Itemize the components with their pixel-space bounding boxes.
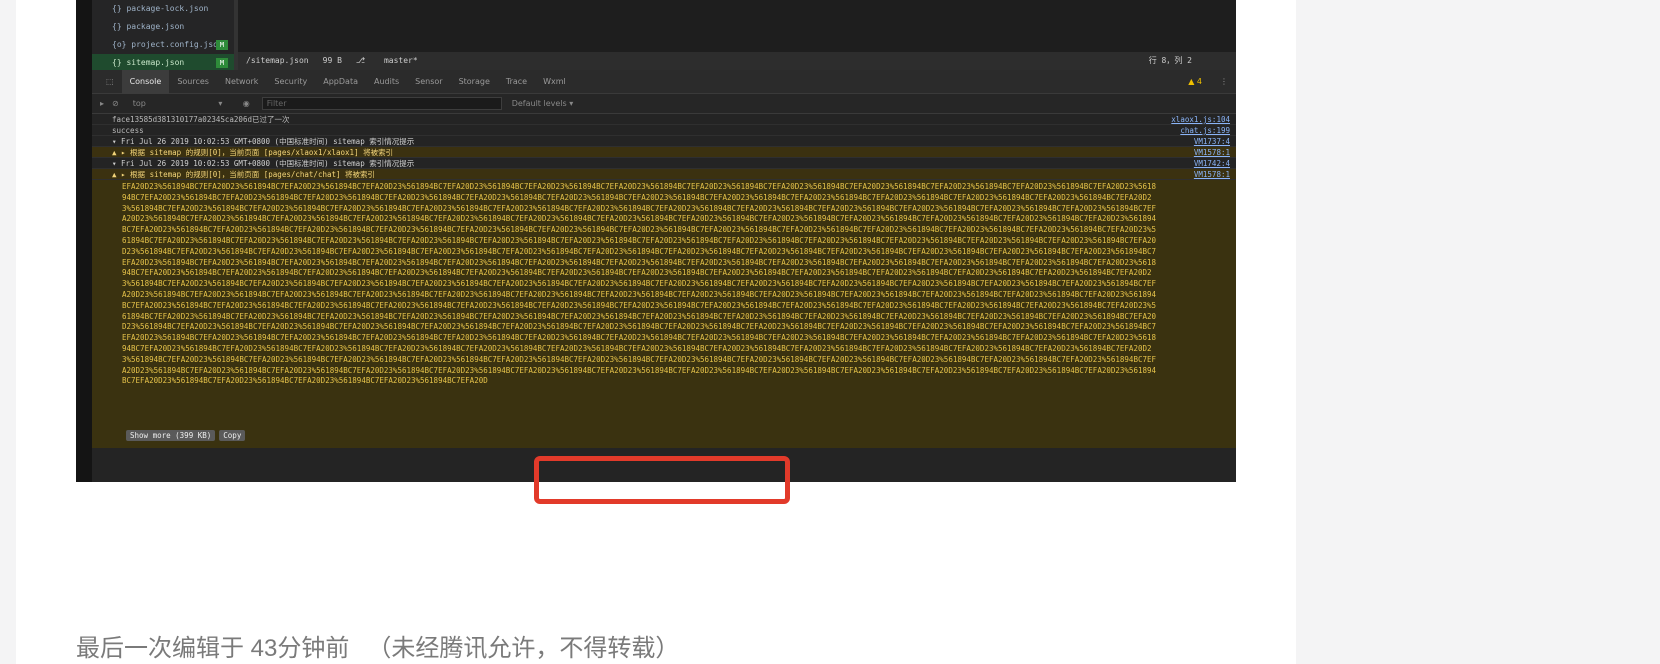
source-link[interactable]: chat.js:199 <box>1180 125 1230 135</box>
warning-payload: EFA20D23%561894BC7EFA20D23%561894BC7EFA2… <box>92 180 1236 448</box>
modified-badge: M <box>216 40 228 50</box>
console-toolbar: ▸ ⊘ top ▾ ◉ Filter Default levels ▾ <box>92 94 1236 114</box>
sidebar-toggle-icon[interactable]: ▸ <box>100 99 104 108</box>
source-link[interactable]: VM1742:4 <box>1194 158 1230 168</box>
clear-console-icon[interactable]: ⊘ <box>112 99 119 108</box>
tab-wxml[interactable]: Wxml <box>535 70 574 94</box>
explorer-file[interactable]: {o} project.config.json M <box>92 36 234 54</box>
console-log: face13585d381310177a0234Sca206d已过了一次 xlao… <box>92 114 1236 448</box>
copyright-notice: （未经腾讯允许，不得转载） <box>367 635 680 662</box>
code-editor[interactable] <box>238 0 1236 52</box>
payload-text: EFA20D23%561894BC7EFA20D23%561894BC7EFA2… <box>122 182 1157 386</box>
edit-notice: 最后一次编辑于 43分钟前 （未经腾讯允许，不得转载） <box>76 634 679 664</box>
console-row: success chat.js:199 <box>92 125 1236 136</box>
copy-button[interactable]: Copy <box>219 430 246 441</box>
tab-sensor[interactable]: Sensor <box>407 70 450 94</box>
tab-storage[interactable]: Storage <box>451 70 498 94</box>
devtools-tabbar: ⬚ Console Sources Network Security AppDa… <box>92 69 1236 94</box>
source-link[interactable]: VM1737:4 <box>1194 136 1230 146</box>
console-group-row[interactable]: ▾ Fri Jul 26 2019 10:02:53 GMT+0800 (中国标… <box>92 136 1236 147</box>
status-cursor-position[interactable]: 行 8，列 2 <box>1149 52 1192 70</box>
status-file: /sitemap.json <box>246 56 309 65</box>
source-link[interactable]: VM1578:1 <box>1194 147 1230 157</box>
file-explorer: {} package-lock.json {} package.json {o}… <box>92 0 234 72</box>
chevron-down-icon: ▾ <box>218 99 223 108</box>
source-link[interactable]: xlaox1.js:104 <box>1171 114 1230 124</box>
last-edited-text: 最后一次编辑于 43分钟前 <box>76 635 350 662</box>
show-more-button[interactable]: Show more (399 KB) <box>126 430 216 441</box>
highlight-annotation <box>534 456 790 504</box>
filter-input[interactable]: Filter <box>261 97 502 110</box>
devtools-panel: ⬚ Console Sources Network Security AppDa… <box>92 69 1236 482</box>
editor-status-bar: /sitemap.json 99 B ⎇ master* 行 8，列 2 <box>238 52 1236 70</box>
context-select[interactable]: top ▾ <box>133 99 243 108</box>
warning-count-badge[interactable]: ▲ 4 <box>1188 77 1202 86</box>
tab-appdata[interactable]: AppData <box>315 70 366 94</box>
log-levels-select[interactable]: Default levels ▾ <box>512 99 574 108</box>
explorer-file[interactable]: {} package-lock.json <box>92 0 234 18</box>
git-branch-icon: ⎇ <box>355 56 370 65</box>
explorer-file[interactable]: {} package.json <box>92 18 234 36</box>
tab-console[interactable]: Console <box>121 69 170 94</box>
console-warning-row[interactable]: ▲ ▸ 根据 sitemap 的规则[0]，当前页面 [pages/chat/c… <box>92 169 1236 180</box>
status-branch[interactable]: ⎇ master* <box>356 52 432 70</box>
tab-sources[interactable]: Sources <box>169 70 217 94</box>
inspect-icon[interactable]: ⬚ <box>98 70 122 94</box>
tab-network[interactable]: Network <box>217 70 266 94</box>
ide-screenshot: {} package-lock.json {} package.json {o}… <box>76 0 1236 482</box>
tab-trace[interactable]: Trace <box>498 70 535 94</box>
console-warning-row[interactable]: ▲ ▸ 根据 sitemap 的规则[0]，当前页面 [pages/xlaox1… <box>92 147 1236 158</box>
status-size: 99 B <box>322 56 342 65</box>
payload-actions: Show more (399 KB) Copy <box>122 430 246 441</box>
eye-icon[interactable]: ◉ <box>243 99 250 108</box>
source-link[interactable]: VM1578:1 <box>1194 169 1230 179</box>
activity-bar <box>76 0 92 482</box>
console-group-row[interactable]: ▾ Fri Jul 26 2019 10:02:53 GMT+0800 (中国标… <box>92 158 1236 169</box>
more-menu-icon[interactable]: ⋮ <box>1220 77 1228 86</box>
right-sidebar <box>1296 0 1660 664</box>
article-body: {} package-lock.json {} package.json {o}… <box>16 0 1296 664</box>
tab-security[interactable]: Security <box>266 70 315 94</box>
tab-audits[interactable]: Audits <box>366 70 407 94</box>
modified-badge: M <box>216 58 228 68</box>
console-row: face13585d381310177a0234Sca206d已过了一次 xlao… <box>92 114 1236 125</box>
